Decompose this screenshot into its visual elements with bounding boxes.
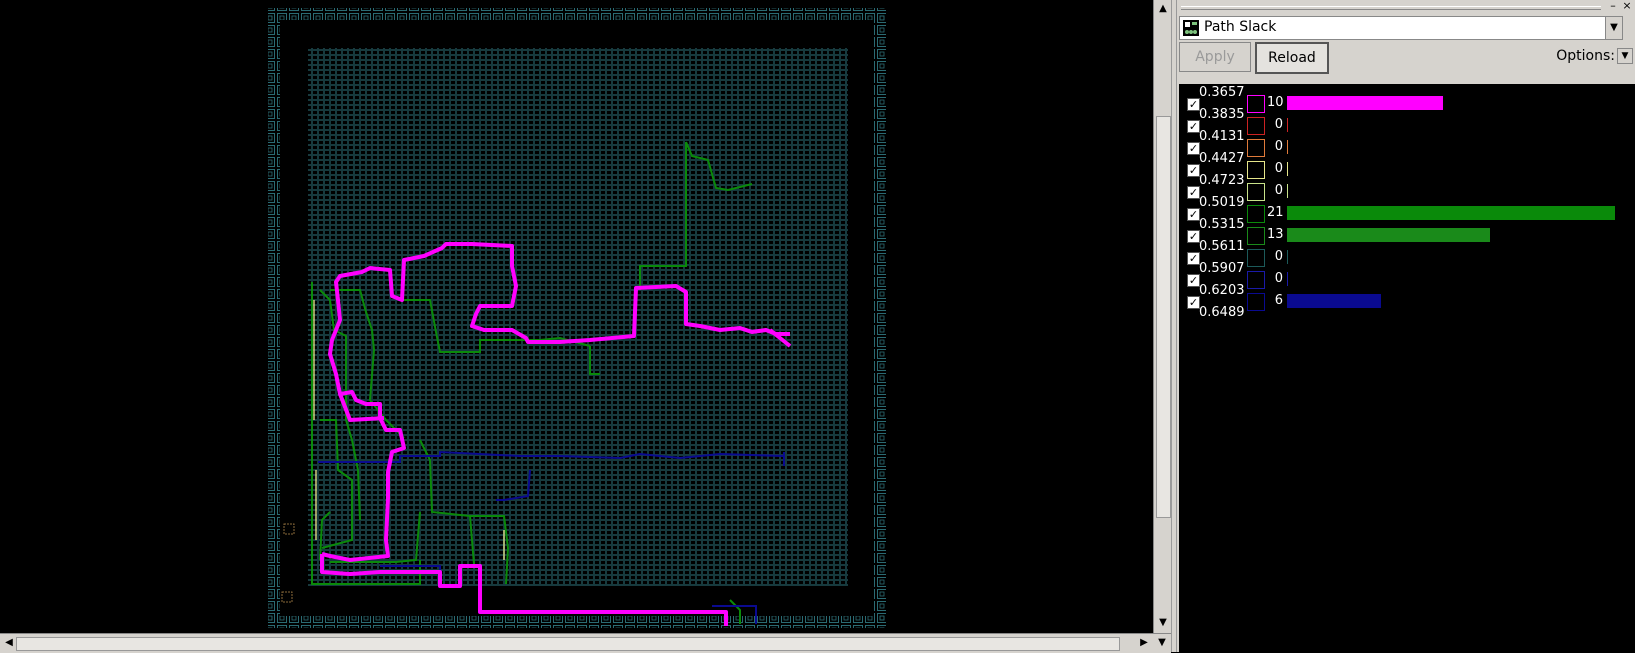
row-visibility-checkbox[interactable]: ✓ <box>1187 252 1200 265</box>
color-swatch[interactable] <box>1247 205 1265 223</box>
histogram-row: ✓ 0 <box>1179 180 1635 202</box>
histogram-row: ✓ 21 <box>1179 202 1635 224</box>
display-mode-combo[interactable]: Path Slack ▼ <box>1179 16 1623 40</box>
chevron-down-icon[interactable]: ▼ <box>1617 48 1633 64</box>
color-swatch[interactable] <box>1247 227 1265 245</box>
layout-view[interactable] <box>0 0 1153 633</box>
undock-icon[interactable]: – <box>1607 0 1619 12</box>
path-count: 6 <box>1274 293 1283 308</box>
dock-grip <box>1181 6 1601 10</box>
chevron-down-icon[interactable]: ▼ <box>1605 17 1622 39</box>
color-swatch[interactable] <box>1247 117 1265 135</box>
stray-cell <box>281 591 293 603</box>
histogram-bar <box>1287 96 1443 110</box>
color-swatch[interactable] <box>1247 161 1265 179</box>
scroll-down-icon[interactable]: ▼ <box>1156 616 1170 630</box>
histogram-bar <box>1287 272 1288 286</box>
histogram-bar <box>1287 184 1288 198</box>
row-visibility-checkbox[interactable]: ✓ <box>1187 98 1200 111</box>
path-count: 0 <box>1274 249 1283 264</box>
options-menu[interactable]: Options: ▼ <box>1556 48 1633 64</box>
histogram-row: ✓ 10 <box>1179 92 1635 114</box>
row-visibility-checkbox[interactable]: ✓ <box>1187 274 1200 287</box>
histogram-bar <box>1287 294 1381 308</box>
color-swatch[interactable] <box>1247 249 1265 267</box>
path-count: 0 <box>1274 183 1283 198</box>
histogram-row: ✓ 6 <box>1179 290 1635 312</box>
reload-button[interactable]: Reload <box>1255 42 1329 74</box>
path-count: 0 <box>1274 271 1283 286</box>
histogram-bar <box>1287 140 1288 154</box>
row-visibility-checkbox[interactable]: ✓ <box>1187 120 1200 133</box>
histogram-row: ✓ 13 <box>1179 224 1635 246</box>
slack-histogram-legend: 0.3657 0.3835 0.4131 0.4427 0.4723 0.5019 0.53… <box>1179 84 1635 652</box>
scroll-right-icon[interactable]: ▶ <box>1137 636 1151 650</box>
layout-canvas[interactable] <box>0 0 1153 633</box>
histogram-bar <box>1287 206 1615 220</box>
color-swatch[interactable] <box>1247 139 1265 157</box>
path-count: 0 <box>1274 117 1283 132</box>
histogram-row: ✓ 0 <box>1179 114 1635 136</box>
apply-button[interactable]: Apply <box>1179 42 1251 72</box>
color-swatch[interactable] <box>1247 271 1265 289</box>
histogram-row: ✓ 0 <box>1179 246 1635 268</box>
path-count: 21 <box>1267 205 1284 220</box>
color-swatch[interactable] <box>1247 183 1265 201</box>
timing-widget-icon <box>1183 20 1199 36</box>
histogram-row: ✓ 0 <box>1179 158 1635 180</box>
scroll-left-icon[interactable]: ◀ <box>2 636 16 650</box>
histogram-bar <box>1287 162 1288 176</box>
row-visibility-checkbox[interactable]: ✓ <box>1187 142 1200 155</box>
row-visibility-checkbox[interactable]: ✓ <box>1187 164 1200 177</box>
path-count: 0 <box>1274 139 1283 154</box>
row-visibility-checkbox[interactable]: ✓ <box>1187 186 1200 199</box>
vertical-scroll-thumb[interactable] <box>1156 116 1171 518</box>
histogram-row: ✓ 0 <box>1179 136 1635 158</box>
scroll-down-icon[interactable]: ▼ <box>1155 636 1169 650</box>
options-label: Options: <box>1556 48 1615 64</box>
row-visibility-checkbox[interactable]: ✓ <box>1187 296 1200 309</box>
path-count: 10 <box>1267 95 1284 110</box>
scroll-up-icon[interactable]: ▲ <box>1156 2 1170 16</box>
histogram-row: ✓ 0 <box>1179 268 1635 290</box>
close-icon[interactable]: × <box>1621 0 1633 12</box>
stray-cell <box>283 523 295 535</box>
layout-vertical-scrollbar[interactable]: ▲ ▼ <box>1153 0 1172 633</box>
histogram-bar <box>1287 228 1490 242</box>
path-count: 13 <box>1267 227 1284 242</box>
color-swatch[interactable] <box>1247 293 1265 311</box>
color-swatch[interactable] <box>1247 95 1265 113</box>
path-slack-panel: – × Path Slack ▼ Apply Reload Options: ▼ … <box>1177 0 1635 652</box>
path-count: 0 <box>1274 161 1283 176</box>
horizontal-scroll-thumb[interactable] <box>16 637 1120 651</box>
row-visibility-checkbox[interactable]: ✓ <box>1187 230 1200 243</box>
histogram-bar <box>1287 118 1288 132</box>
row-visibility-checkbox[interactable]: ✓ <box>1187 208 1200 221</box>
layout-horizontal-scrollbar[interactable]: ◀ ▶ ▼ <box>0 633 1171 653</box>
dock-title-bar[interactable]: – × <box>1177 0 1635 14</box>
histogram-bar <box>1287 250 1288 264</box>
display-mode-label: Path Slack <box>1204 19 1277 35</box>
